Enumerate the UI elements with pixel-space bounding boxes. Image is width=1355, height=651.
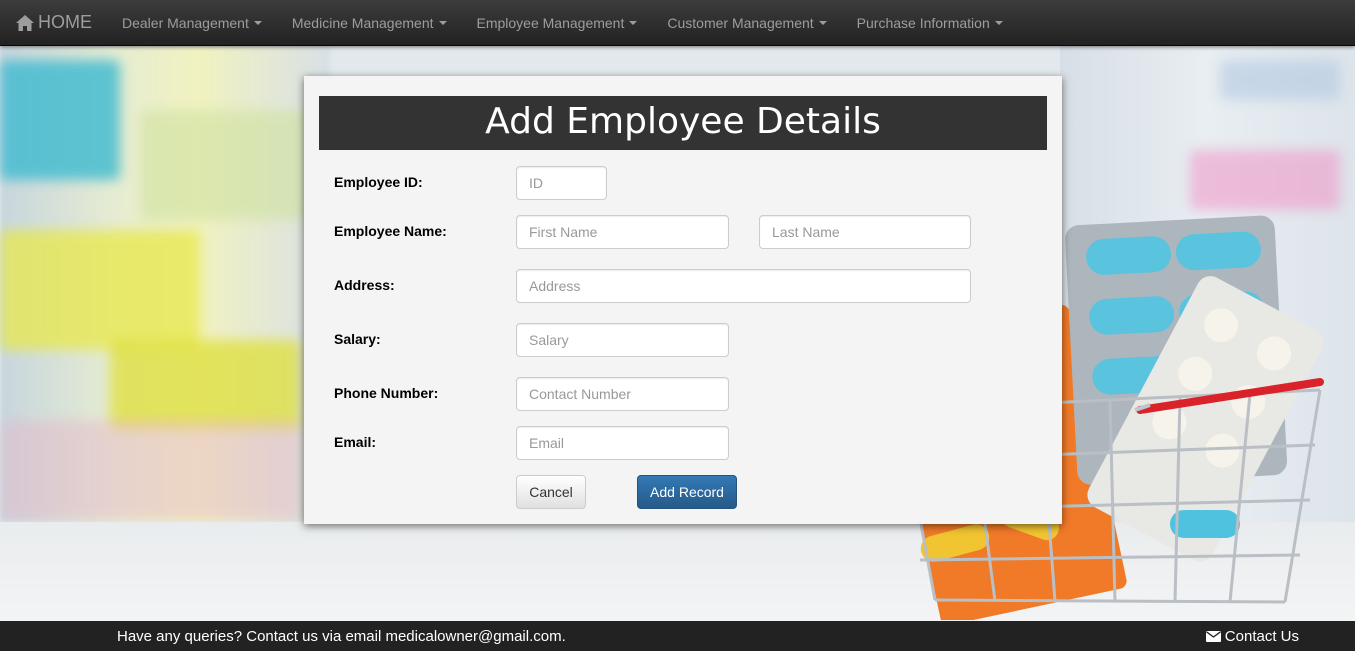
caret-down-icon [253, 20, 262, 25]
contact-us-label: Contact Us [1224, 628, 1299, 645]
nav-employee-management[interactable]: Employee Management [462, 0, 653, 45]
add-employee-form: Add Employee Details Employee ID: Employ… [304, 76, 1062, 524]
caret-down-icon [629, 20, 638, 25]
background-blur [1220, 60, 1340, 100]
background-blur [1190, 150, 1340, 210]
background-blur [0, 60, 120, 180]
nav-label: Employee Management [476, 14, 625, 31]
caret-down-icon [994, 20, 1003, 25]
background-blur [0, 420, 300, 520]
nav-label: Purchase Information [856, 14, 990, 31]
nav-medicine-management[interactable]: Medicine Management [277, 0, 462, 45]
home-icon [16, 14, 34, 31]
home-label: HOME [38, 12, 92, 32]
form-title: Add Employee Details [319, 96, 1047, 150]
nav-customer-management[interactable]: Customer Management [652, 0, 841, 45]
nav-label: Customer Management [667, 14, 814, 31]
cancel-button[interactable]: Cancel [516, 475, 586, 509]
employee-name-label: Employee Name: [334, 223, 447, 239]
email-label: Email: [334, 434, 377, 450]
add-record-button[interactable]: Add Record [637, 475, 737, 509]
employee-id-label: Employee ID: [334, 174, 423, 190]
contact-us-link[interactable]: Contact Us [1205, 628, 1299, 645]
email-input[interactable] [516, 426, 729, 460]
address-label: Address: [334, 277, 395, 293]
caret-down-icon [818, 20, 827, 25]
envelope-icon [1205, 631, 1221, 642]
last-name-input[interactable] [759, 215, 971, 249]
first-name-input[interactable] [516, 215, 729, 249]
background-blur [110, 340, 300, 430]
background-blur [0, 230, 200, 350]
salary-label: Salary: [334, 331, 381, 347]
top-navbar: HOME Dealer Management Medicine Manageme… [0, 0, 1355, 46]
address-input[interactable] [516, 269, 971, 303]
caret-down-icon [438, 20, 447, 25]
nav-dealer-management[interactable]: Dealer Management [107, 0, 277, 45]
home-link[interactable]: HOME [0, 0, 107, 45]
nav-label: Dealer Management [122, 14, 249, 31]
nav-purchase-information[interactable]: Purchase Information [842, 0, 1018, 45]
employee-id-input[interactable] [516, 166, 607, 200]
footer-bar: Have any queries? Contact us via email m… [0, 621, 1355, 651]
salary-input[interactable] [516, 323, 729, 357]
footer-contact-text: Have any queries? Contact us via email m… [117, 628, 566, 645]
phone-number-label: Phone Number: [334, 385, 439, 401]
phone-number-input[interactable] [516, 377, 729, 411]
nav-label: Medicine Management [291, 14, 434, 31]
background-blur [140, 110, 310, 220]
